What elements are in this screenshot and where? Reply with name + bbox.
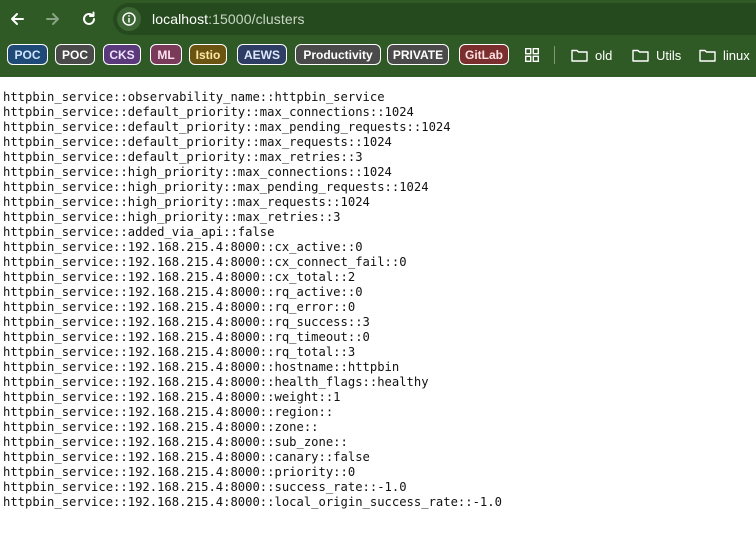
clusters-output: httpbin_service::observability_name::htt… [0,77,756,510]
reload-icon [83,11,95,25]
output-line: httpbin_service::192.168.215.4:8000::loc… [3,495,502,509]
site-info-icon [122,12,136,26]
output-line: httpbin_service::added_via_api::false [3,225,275,239]
output-line: httpbin_service::observability_name::htt… [3,90,385,104]
output-line: httpbin_service::192.168.215.4:8000::reg… [3,405,334,419]
output-line: httpbin_service::default_priority::max_p… [3,120,451,134]
url-path: :15000/clusters [208,11,305,27]
bookmark-folder-label: old [595,47,613,63]
output-line: httpbin_service::192.168.215.4:8000::sub… [3,435,348,449]
bookmark-istio-4[interactable]: Istio [189,44,227,65]
folder-icon [699,49,716,62]
output-line: httpbin_service::192.168.215.4:8000::cx_… [3,255,407,269]
url-host: localhost [152,11,209,27]
url-text: localhost:15000/clusters [152,11,305,27]
output-line: httpbin_service::high_priority::max_pend… [3,180,429,194]
output-line: httpbin_service::192.168.215.4:8000::cx_… [3,240,363,254]
output-line: httpbin_service::high_priority::max_requ… [3,195,370,209]
folder-icon [571,49,588,62]
back-arrow-icon [11,13,24,25]
output-line: httpbin_service::192.168.215.4:8000::pri… [3,465,356,479]
address-bar[interactable]: localhost:15000/clusters [113,3,756,35]
output-line: httpbin_service::192.168.215.4:8000::wei… [3,390,341,404]
bookmark-poc-0[interactable]: POC [7,44,48,65]
bookmark-aews-5[interactable]: AEWS [237,44,287,65]
bookmarks-bar: POC POC CKS ML Istio AEWS Productivity PRIVATE G… [0,44,756,68]
output-line: httpbin_service::high_priority::max_conn… [3,165,392,179]
browser-toolbar: localhost:15000/clusters [0,0,756,38]
output-line: httpbin_service::default_priority::max_c… [3,105,414,119]
browser-chrome: localhost:15000/clusters POC POC CKS ML Isti… [0,0,756,77]
output-line: httpbin_service::192.168.215.4:8000::rq_… [3,315,370,329]
page-content: httpbin_service::observability_name::htt… [0,77,756,546]
bookmark-folder-linux[interactable]: linux [699,45,750,65]
output-line: httpbin_service::192.168.215.4:8000::rq_… [3,345,356,359]
output-line: httpbin_service::192.168.215.4:8000::hea… [3,375,429,389]
bookmark-folder-label: linux [723,47,750,63]
forward-button[interactable] [43,9,63,29]
forward-arrow-icon [46,13,59,25]
bookmark-gitlab-8[interactable]: GitLab [459,44,509,65]
bookmark-cks-2[interactable]: CKS [103,44,141,65]
output-line: httpbin_service::192.168.215.4:8000::suc… [3,480,407,494]
reload-button[interactable] [79,9,99,29]
bookmark-folder-old[interactable]: old [571,45,612,65]
back-button[interactable] [7,9,27,29]
bookmark-ml-3[interactable]: ML [150,44,182,65]
apps-grid-icon[interactable] [525,48,539,62]
bookmarks-separator [554,46,555,64]
site-info-button[interactable] [117,7,141,31]
output-line: httpbin_service::192.168.215.4:8000::rq_… [3,285,363,299]
bookmark-folder-label: Utils [656,47,682,63]
output-line: httpbin_service::high_priority::max_retr… [3,210,341,224]
output-line: httpbin_service::192.168.215.4:8000::zon… [3,420,319,434]
bookmark-productivity-6[interactable]: Productivity [295,44,381,65]
output-line: httpbin_service::default_priority::max_r… [3,150,363,164]
folder-icon [632,49,649,62]
output-line: httpbin_service::default_priority::max_r… [3,135,392,149]
output-line: httpbin_service::192.168.215.4:8000::cx_… [3,270,356,284]
bookmark-folder-utils[interactable]: Utils [632,45,681,65]
bookmark-private-7[interactable]: PRIVATE [387,44,449,65]
bookmark-poc-1[interactable]: POC [55,44,95,65]
output-line: httpbin_service::192.168.215.4:8000::rq_… [3,330,370,344]
output-line: httpbin_service::192.168.215.4:8000::rq_… [3,300,356,314]
output-line: httpbin_service::192.168.215.4:8000::can… [3,450,370,464]
output-line: httpbin_service::192.168.215.4:8000::hos… [3,360,400,374]
